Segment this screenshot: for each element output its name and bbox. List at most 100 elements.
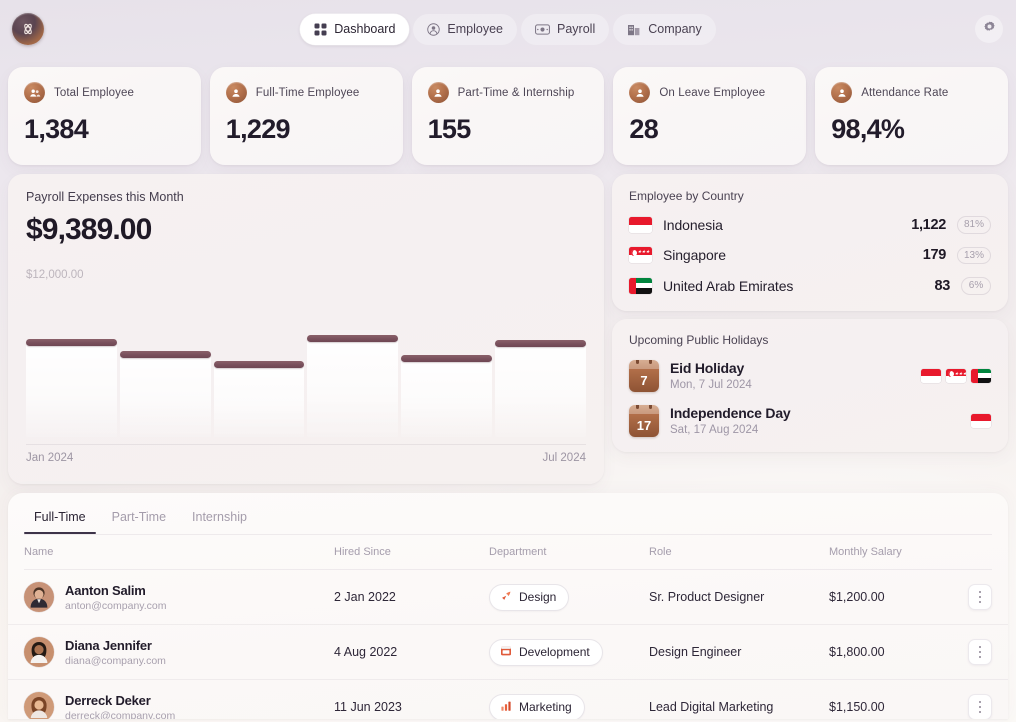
nav-item-payroll[interactable]: Payroll: [521, 13, 610, 45]
holiday-row[interactable]: 17 Independence Day Sat, 17 Aug 2024: [629, 404, 991, 437]
country-row[interactable]: Indonesia 1,122 81%: [629, 216, 991, 234]
kebab-menu-icon[interactable]: [968, 694, 992, 719]
payroll-amount: $9,389.00: [26, 213, 152, 246]
nav-item-employee[interactable]: Employee: [413, 13, 518, 45]
axis-start-label: Jan 2024: [26, 452, 74, 464]
holiday-flags: ★★★: [921, 368, 991, 383]
chart-bar-body: [119, 356, 211, 437]
stat-value: 28: [629, 114, 659, 144]
chart-bar-cap: [495, 340, 586, 348]
chart-bar-cap: [213, 360, 305, 368]
stat-card-total-employee[interactable]: Total Employee 1,384: [8, 67, 201, 165]
chart-bar[interactable]: [401, 354, 493, 437]
upcoming-holidays-panel: Upcoming Public Holidays 7 Eid Holiday M…: [612, 318, 1008, 452]
holiday-row[interactable]: 7 Eid Holiday Mon, 7 Jul 2024 ★★★: [629, 359, 991, 392]
flag-indonesia: [921, 368, 941, 383]
stat-label: Full-Time Employee: [255, 86, 360, 99]
chart-bar[interactable]: [495, 340, 586, 437]
country-value: 179: [922, 247, 947, 264]
avatar: [24, 692, 54, 719]
stat-label: Total Employee: [54, 86, 135, 99]
country-name: Indonesia: [663, 216, 723, 233]
department-badge[interactable]: Design: [489, 583, 570, 611]
table-row[interactable]: Aanton Salim anton@company.com 2 Jan 202…: [8, 570, 1008, 625]
payroll-title: Payroll Expenses this Month: [26, 190, 184, 204]
calendar-day: 7: [640, 372, 648, 388]
flag-uae: [971, 368, 991, 383]
tab-part-time[interactable]: Part-Time: [102, 505, 176, 534]
country-percent: 13%: [956, 246, 991, 264]
flag-singapore: ★★★: [629, 247, 652, 264]
people-badge-icon: [831, 82, 853, 103]
payroll-expenses-panel: Payroll Expenses this Month $9,389.00 $1…: [8, 174, 604, 484]
stat-card-full-time-employee[interactable]: Full-Time Employee 1,229: [209, 67, 403, 165]
tab-internship[interactable]: Internship: [182, 505, 257, 534]
chart-bar-body: [401, 360, 493, 437]
department-badge[interactable]: Marketing: [489, 693, 585, 719]
country-name: Singapore: [663, 247, 726, 264]
table-header-row: Name Hired Since Department Role Monthly…: [8, 535, 1008, 569]
calendar-icon: 7: [629, 359, 659, 392]
chart-axis-labels: Jan 2024 Jul 2024: [26, 452, 586, 464]
gear-icon: [982, 19, 997, 39]
chart-bar[interactable]: [307, 334, 399, 437]
avatar: [24, 582, 54, 612]
company-logo[interactable]: [12, 13, 44, 45]
bar-chart-icon: [500, 700, 512, 715]
chart-bar-cap: [119, 350, 211, 358]
stat-value: 1,229: [225, 114, 291, 144]
tab-label: Full-Time: [34, 510, 86, 524]
stat-value: 1,384: [24, 114, 89, 144]
employee-type-tabs: Full-Time Part-Time Internship: [8, 493, 1008, 534]
user-circle-icon: [427, 22, 441, 36]
employee-hired-since: 11 Jun 2023: [334, 700, 402, 714]
calendar-day: 17: [636, 417, 652, 433]
people-badge-icon: [24, 82, 45, 103]
people-badge-icon: [225, 82, 247, 103]
stat-card-on-leave-employee[interactable]: On Leave Employee 28: [613, 67, 807, 165]
pen-nib-icon: [500, 590, 512, 605]
chart-bar-body: [26, 345, 117, 437]
tab-full-time[interactable]: Full-Time: [24, 505, 96, 534]
payroll-cap-label: $12,000.00: [26, 269, 84, 281]
employee-salary: $1,200.00: [829, 590, 885, 604]
country-percent: 81%: [956, 216, 991, 234]
chart-bar-cap: [401, 354, 493, 362]
table-row[interactable]: Derreck Deker derreck@company.com 11 Jun…: [8, 680, 1008, 719]
department-badge[interactable]: Development: [489, 638, 603, 666]
stat-cards: Total Employee 1,384 Full-Time Employee …: [0, 67, 1016, 165]
employee-email: diana@company.com: [65, 654, 166, 667]
employee-table-card: Full-Time Part-Time Internship Name Hire…: [8, 493, 1008, 719]
money-icon: [535, 23, 550, 36]
chart-bar[interactable]: [26, 339, 117, 437]
nav-item-dashboard[interactable]: Dashboard: [300, 13, 410, 45]
holiday-name: Eid Holiday: [670, 360, 745, 376]
settings-button[interactable]: [975, 15, 1003, 43]
stat-card-part-time-internship[interactable]: Part-Time & Internship 155: [411, 67, 605, 165]
employee-by-country-panel: Employee by Country Indonesia 1,122 81% …: [612, 174, 1008, 311]
stat-label: Attendance Rate: [861, 86, 949, 99]
chart-bar[interactable]: [119, 350, 211, 437]
employee-hired-since: 4 Aug 2022: [334, 645, 398, 659]
stat-card-attendance-rate[interactable]: Attendance Rate 98,4%: [815, 67, 1008, 165]
column-header-hired: Hired Since: [334, 546, 391, 558]
nav-item-company[interactable]: Company: [613, 13, 716, 45]
column-header-name: Name: [24, 546, 54, 558]
department-label: Development: [519, 645, 590, 659]
employee-salary: $1,150.00: [829, 700, 885, 714]
table-row[interactable]: Diana Jennifer diana@company.com 4 Aug 2…: [8, 625, 1008, 680]
flag-indonesia: [971, 413, 991, 428]
kebab-menu-icon[interactable]: [968, 639, 992, 665]
holiday-flags: [971, 413, 991, 428]
chart-bar[interactable]: [213, 360, 305, 437]
country-row[interactable]: ★★★ Singapore 179 13%: [629, 246, 991, 264]
grid-icon: [314, 23, 327, 36]
nav-label: Payroll: [557, 22, 596, 36]
people-badge-icon: [427, 82, 449, 103]
kebab-menu-icon[interactable]: [968, 584, 992, 610]
chart-bar-body: [213, 366, 305, 437]
country-row[interactable]: United Arab Emirates 83 6%: [629, 277, 991, 295]
country-value: 83: [934, 277, 950, 294]
payroll-bar-chart: [26, 312, 586, 437]
chart-bar-cap: [307, 334, 399, 342]
